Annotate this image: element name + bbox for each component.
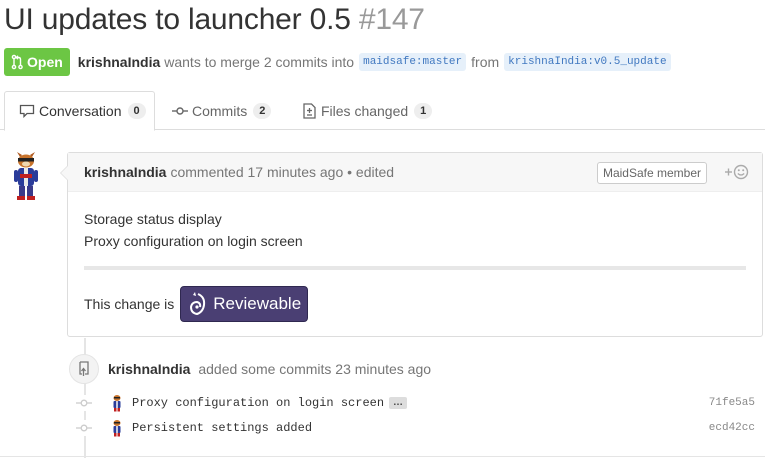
tab-commits-label: Commits <box>192 102 248 119</box>
head-branch[interactable]: krishnaIndia:v0.5_update <box>504 53 671 71</box>
comment-line: Proxy configuration on login screen <box>84 233 303 249</box>
pr-tabs: Conversation 0 Commits 2 Files changed 1 <box>0 91 765 131</box>
commit-author-avatar[interactable] <box>110 394 124 412</box>
repo-push-icon <box>69 354 99 384</box>
pr-meta: Open krishnaIndia wants to merge 2 commi… <box>4 48 676 76</box>
reviewable-label: Reviewable <box>213 294 302 313</box>
comment-header: krishnaIndia commented 17 minutes ago • … <box>68 153 762 192</box>
git-commit-icon <box>76 395 92 411</box>
comment-body: Storage status display Proxy configurati… <box>68 192 762 322</box>
from-word: from <box>471 54 500 70</box>
comment-box: krishnaIndia commented 17 minutes ago • … <box>60 152 763 337</box>
git-commit-icon <box>76 420 92 436</box>
base-branch[interactable]: maidsafe:master <box>359 53 467 71</box>
avatar[interactable] <box>8 151 44 201</box>
state-badge: Open <box>4 48 70 76</box>
commit-event: krishnaIndia added some commits 23 minut… <box>108 361 431 377</box>
commit-row: Proxy configuration on login screen … 71… <box>76 393 761 413</box>
git-pull-request-icon <box>11 54 23 70</box>
bottom-divider <box>0 456 765 457</box>
commit-message[interactable]: Proxy configuration on login screen <box>132 396 384 410</box>
expand-ellipsis-button[interactable]: … <box>389 397 408 409</box>
comment-line: Storage status display <box>84 211 222 227</box>
tab-files-changed-count: 1 <box>414 102 433 119</box>
tab-files-changed[interactable]: Files changed 1 <box>301 91 433 130</box>
pr-title: UI updates to launcher 0.5 #147 <box>4 3 425 37</box>
tab-conversation[interactable]: Conversation 0 <box>4 91 155 131</box>
role-badge: MaidSafe member <box>596 162 707 184</box>
reviewable-logo-icon <box>190 292 206 316</box>
reviewable-line: This change is Reviewable <box>84 286 746 322</box>
comment-icon <box>19 103 35 119</box>
event-text: added some commits 23 minutes ago <box>198 361 432 377</box>
commit-author-avatar[interactable] <box>110 419 124 437</box>
tab-conversation-count: 0 <box>127 103 146 119</box>
pr-title-text: UI updates to launcher 0.5 <box>4 3 351 36</box>
comment-author[interactable]: krishnaIndia <box>84 164 166 180</box>
tab-commits-count: 2 <box>253 102 272 119</box>
comment-meta: commented 17 minutes ago • edited <box>170 164 395 180</box>
pr-author[interactable]: krishnaIndia <box>78 54 160 70</box>
reviewable-prefix: This change is <box>84 296 175 312</box>
file-diff-icon <box>301 102 317 119</box>
add-reaction-icon[interactable] <box>724 164 750 180</box>
commit-row: Persistent settings added ecd42cc <box>76 418 761 438</box>
pr-number[interactable]: #147 <box>359 3 425 36</box>
divider <box>84 266 746 270</box>
state-label: Open <box>27 54 63 70</box>
git-commit-icon <box>172 103 188 119</box>
tab-conversation-label: Conversation <box>39 103 122 119</box>
pr-summary: wants to merge 2 commits into <box>164 54 355 70</box>
reviewable-button[interactable]: Reviewable <box>180 286 309 322</box>
commit-sha[interactable]: 71fe5a5 <box>709 397 755 409</box>
tab-files-changed-label: Files changed <box>321 102 409 119</box>
commit-message[interactable]: Persistent settings added <box>132 421 312 435</box>
event-author[interactable]: krishnaIndia <box>108 361 190 377</box>
tab-commits[interactable]: Commits 2 <box>172 91 272 130</box>
commit-sha[interactable]: ecd42cc <box>709 422 755 434</box>
